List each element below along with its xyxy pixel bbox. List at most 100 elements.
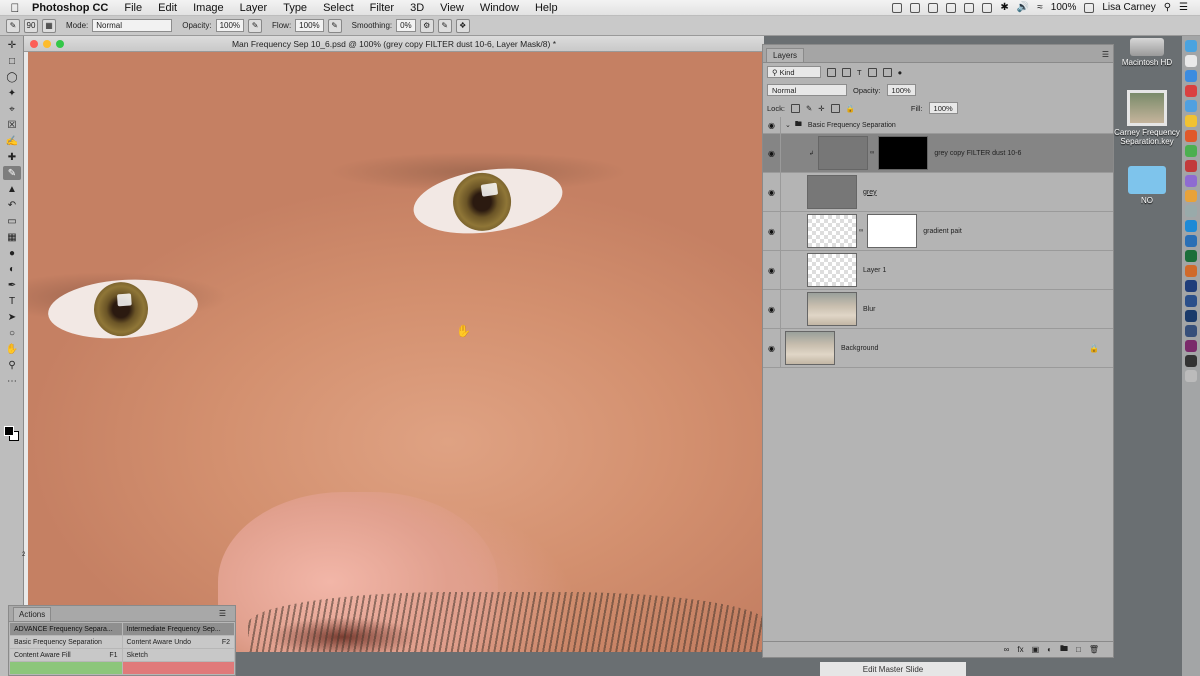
- flow-field[interactable]: 100%: [295, 19, 324, 32]
- action-button[interactable]: Content Aware Undo F2: [122, 636, 234, 648]
- layer-row[interactable]: ◉ grey: [763, 173, 1113, 212]
- pen-tool-icon[interactable]: ✒: [3, 278, 21, 292]
- appstore-icon[interactable]: [1185, 220, 1197, 232]
- adjustment-layer-icon[interactable]: ◐: [1047, 645, 1052, 654]
- layer-thumbnail[interactable]: [807, 253, 857, 287]
- firefox-icon[interactable]: [1185, 130, 1197, 142]
- brush-tool-icon[interactable]: ✎: [6, 18, 20, 33]
- gear-icon[interactable]: ⚙: [419, 18, 434, 33]
- fx-icon[interactable]: fx: [1017, 645, 1023, 654]
- zoom-window-icon[interactable]: [56, 40, 64, 48]
- dropbox-icon[interactable]: [910, 2, 921, 13]
- visibility-eye-icon[interactable]: ◉: [763, 134, 781, 172]
- lock-all-icon[interactable]: 🔒: [846, 104, 855, 113]
- visibility-eye-icon[interactable]: ◉: [763, 173, 781, 211]
- history-brush-icon[interactable]: ↶: [3, 198, 21, 212]
- visibility-eye-icon[interactable]: ◉: [763, 212, 781, 250]
- edit-master-slide-button[interactable]: Edit Master Slide: [820, 662, 966, 676]
- menu-3d[interactable]: 3D: [402, 2, 432, 14]
- photos-icon[interactable]: [1185, 190, 1197, 202]
- safari-icon[interactable]: [1185, 70, 1197, 82]
- app-menu[interactable]: Photoshop CC: [30, 2, 116, 14]
- link-layers-icon[interactable]: ∞: [1004, 645, 1010, 654]
- airbrush-icon[interactable]: ✎: [327, 18, 342, 33]
- lasso-tool-icon[interactable]: ◯: [3, 70, 21, 84]
- menu-file[interactable]: File: [116, 2, 150, 14]
- visibility-eye-icon[interactable]: ◉: [763, 251, 781, 289]
- layer-row[interactable]: ◉ ∞ gradient pait: [763, 212, 1113, 251]
- premiere-icon[interactable]: [1185, 340, 1197, 352]
- layer-thumbnail[interactable]: [807, 175, 857, 209]
- layer-mask-thumbnail[interactable]: [878, 136, 929, 170]
- trash-dock-icon[interactable]: [1185, 370, 1197, 382]
- action-button-red[interactable]: [122, 662, 234, 674]
- menu-type[interactable]: Type: [275, 2, 315, 14]
- layer-thumbnail[interactable]: [818, 136, 869, 170]
- battery-icon[interactable]: [1084, 2, 1095, 13]
- link-icon[interactable]: ∞: [859, 228, 863, 234]
- blend-mode-select[interactable]: Normal: [767, 84, 847, 96]
- document-canvas[interactable]: ✋: [28, 52, 762, 652]
- layer-thumbnail[interactable]: [785, 331, 835, 365]
- menu-select[interactable]: Select: [315, 2, 362, 14]
- new-group-icon[interactable]: 🖿: [1060, 643, 1068, 657]
- kind-filter-select[interactable]: ⚲ Kind: [767, 66, 821, 78]
- layer-row[interactable]: ◉ Blur: [763, 290, 1113, 329]
- trash-icon[interactable]: 🗑: [1089, 645, 1099, 654]
- visibility-eye-icon[interactable]: ◉: [763, 329, 781, 367]
- notification-icon[interactable]: ☰: [1179, 2, 1188, 13]
- brush-preset-picker[interactable]: 90: [24, 18, 38, 33]
- display-icon[interactable]: [892, 2, 903, 13]
- word-icon[interactable]: [1185, 235, 1197, 247]
- pixel-filter-icon[interactable]: [827, 67, 836, 77]
- brush-settings-icon[interactable]: ▦: [42, 18, 56, 33]
- wifi-icon[interactable]: ≈: [1037, 2, 1043, 13]
- opacity-field[interactable]: 100%: [215, 19, 245, 32]
- action-button[interactable]: Content Aware Fill F1: [10, 649, 122, 661]
- menu-view[interactable]: View: [432, 2, 472, 14]
- bridge-icon[interactable]: [1185, 310, 1197, 322]
- zoom-tool-icon[interactable]: ⚲: [3, 358, 21, 372]
- clone-stamp-icon[interactable]: ▲: [3, 182, 21, 196]
- lock-artboard-icon[interactable]: [830, 103, 840, 113]
- system-prefs-icon[interactable]: [1185, 205, 1197, 217]
- shape-tool-icon[interactable]: ○: [3, 326, 21, 340]
- layer-row[interactable]: ◉ ↲ ∞ grey copy FILTER dust 10-6: [763, 134, 1113, 173]
- add-mask-icon[interactable]: ▣: [1032, 645, 1040, 654]
- magic-wand-icon[interactable]: ✦: [3, 86, 21, 100]
- shape-filter-icon[interactable]: [867, 67, 877, 77]
- smoothing-field[interactable]: 0%: [396, 19, 416, 32]
- dodge-tool-icon[interactable]: ◐: [3, 262, 21, 276]
- action-button-green[interactable]: [10, 662, 122, 674]
- panel-menu-icon[interactable]: ☰: [1102, 50, 1109, 59]
- visibility-eye-icon[interactable]: ◉: [763, 117, 781, 133]
- mail-icon[interactable]: [1185, 100, 1197, 112]
- path-select-icon[interactable]: ➤: [3, 310, 21, 324]
- type-tool-icon[interactable]: T: [3, 294, 21, 308]
- filter-toggle-icon[interactable]: ●: [898, 68, 903, 77]
- lock-pixels-icon[interactable]: ✎: [806, 104, 812, 113]
- eraser-icon[interactable]: ▭: [3, 214, 21, 228]
- screen-icon[interactable]: [928, 2, 939, 13]
- user-name[interactable]: Lisa Carney: [1102, 2, 1155, 13]
- excel-icon[interactable]: [1185, 250, 1197, 262]
- macintosh-hd-item[interactable]: Macintosh HD: [1114, 38, 1180, 67]
- action-button[interactable]: Intermediate Frequency Sep...: [122, 623, 234, 635]
- adjustment-filter-icon[interactable]: [842, 67, 851, 77]
- opacity-field[interactable]: 100%: [886, 84, 916, 96]
- filezilla-icon[interactable]: [1185, 160, 1197, 172]
- menu-edit[interactable]: Edit: [150, 2, 185, 14]
- powerpoint-icon[interactable]: [1185, 265, 1197, 277]
- menu-image[interactable]: Image: [185, 2, 232, 14]
- clock-icon[interactable]: [964, 2, 975, 13]
- move-tool-icon[interactable]: ✛: [3, 38, 21, 52]
- smart-object-filter-icon[interactable]: [882, 67, 892, 77]
- lock-position-icon[interactable]: ✛: [818, 104, 824, 113]
- menu-window[interactable]: Window: [472, 2, 527, 14]
- launchpad-icon[interactable]: [1185, 55, 1197, 67]
- layer-row[interactable]: ◉ Layer 1: [763, 251, 1113, 290]
- airplay-icon[interactable]: [982, 2, 993, 13]
- new-layer-icon[interactable]: □: [1076, 645, 1081, 654]
- lock-transparent-icon[interactable]: [790, 103, 800, 113]
- more-tools-icon[interactable]: ⋯: [3, 374, 21, 388]
